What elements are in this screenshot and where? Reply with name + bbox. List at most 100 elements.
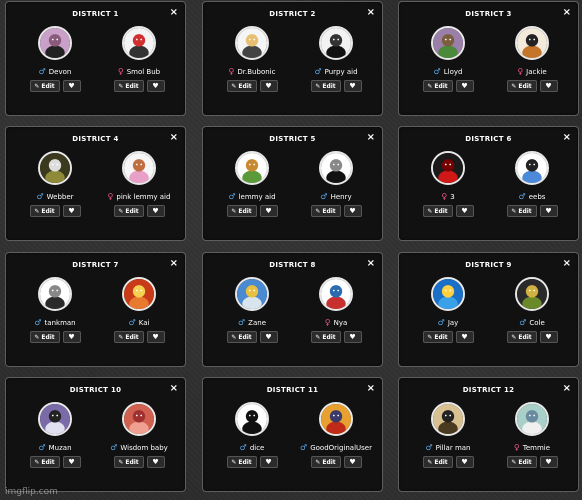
close-icon[interactable]: × xyxy=(563,384,571,394)
heart-button[interactable]: ♥ xyxy=(539,331,558,343)
anime-girl-icon[interactable] xyxy=(235,26,269,60)
heart-button[interactable]: ♥ xyxy=(259,205,278,217)
edit-button[interactable]: ✎ Edit xyxy=(226,80,257,92)
tribute-name: GoodOriginalUser xyxy=(310,444,372,452)
temmie-icon[interactable] xyxy=(515,402,549,436)
edit-button[interactable]: ✎ Edit xyxy=(29,331,60,343)
edit-button[interactable]: ✎ Edit xyxy=(310,205,341,217)
edit-button[interactable]: ✎ Edit xyxy=(310,80,341,92)
heart-button[interactable]: ♥ xyxy=(146,331,165,343)
heart-button[interactable]: ♥ xyxy=(455,205,474,217)
stickman-icon[interactable] xyxy=(319,151,353,185)
edit-button[interactable]: ✎ Edit xyxy=(310,331,341,343)
heart-button[interactable]: ♥ xyxy=(343,456,362,468)
black-ninja-icon[interactable] xyxy=(515,277,549,311)
edit-button[interactable]: ✎ Edit xyxy=(29,80,60,92)
edit-label: Edit xyxy=(518,207,532,215)
heart-button[interactable]: ♥ xyxy=(62,80,81,92)
white-ninja-icon[interactable] xyxy=(235,277,269,311)
pencil-icon: ✎ xyxy=(231,207,237,215)
red-door-icon[interactable] xyxy=(431,151,465,185)
edit-button[interactable]: ✎ Edit xyxy=(226,205,257,217)
black-figure-icon[interactable] xyxy=(319,26,353,60)
heart-button[interactable]: ♥ xyxy=(146,205,165,217)
edit-button[interactable]: ✎ Edit xyxy=(422,205,453,217)
green-ninja-icon[interactable] xyxy=(431,26,465,60)
pencil-icon: ✎ xyxy=(315,82,321,90)
heart-button[interactable]: ♥ xyxy=(539,456,558,468)
edit-button[interactable]: ✎ Edit xyxy=(113,80,144,92)
pencil-icon: ✎ xyxy=(118,458,124,466)
heart-button[interactable]: ♥ xyxy=(539,205,558,217)
heart-icon: ♥ xyxy=(265,333,272,341)
tribute-name-row: ♀ Dr.Bubonic xyxy=(217,68,287,77)
heart-button[interactable]: ♥ xyxy=(259,456,278,468)
dark-portrait-icon[interactable] xyxy=(38,402,72,436)
edit-button[interactable]: ✎ Edit xyxy=(422,331,453,343)
pillar-man-icon[interactable] xyxy=(431,402,465,436)
baby-face-icon[interactable] xyxy=(122,402,156,436)
edit-button[interactable]: ✎ Edit xyxy=(422,456,453,468)
blue-robot-icon[interactable] xyxy=(515,151,549,185)
edit-button[interactable]: ✎ Edit xyxy=(310,456,341,468)
edit-button[interactable]: ✎ Edit xyxy=(506,205,537,217)
heart-button[interactable]: ♥ xyxy=(343,80,362,92)
tribute-name: lemmy aid xyxy=(238,193,276,201)
edit-button[interactable]: ✎ Edit xyxy=(113,331,144,343)
tribute-slot: ♂ Lloyd ✎ Edit ♥ xyxy=(413,26,483,92)
heart-button[interactable]: ♥ xyxy=(146,456,165,468)
tribute-name-row: ♂ tankman xyxy=(20,319,90,328)
close-icon[interactable]: × xyxy=(367,384,375,394)
edit-button[interactable]: ✎ Edit xyxy=(226,456,257,468)
heart-button[interactable]: ♥ xyxy=(62,456,81,468)
heart-button[interactable]: ♥ xyxy=(343,205,362,217)
tribute-actions: ✎ Edit ♥ xyxy=(217,331,287,343)
edit-button[interactable]: ✎ Edit xyxy=(506,331,537,343)
edit-button[interactable]: ✎ Edit xyxy=(29,205,60,217)
bottle-icon[interactable] xyxy=(235,151,269,185)
shadow-figure-icon[interactable] xyxy=(319,402,353,436)
hat-man-icon[interactable] xyxy=(38,26,72,60)
text-badge-icon[interactable] xyxy=(38,151,72,185)
heart-button[interactable]: ♥ xyxy=(62,205,81,217)
close-icon[interactable]: × xyxy=(367,8,375,18)
close-icon[interactable]: × xyxy=(367,259,375,269)
heart-button[interactable]: ♥ xyxy=(343,331,362,343)
close-icon[interactable]: × xyxy=(170,384,178,394)
fox-icon[interactable] xyxy=(515,26,549,60)
tribute-name-row: ♂ Jay xyxy=(413,319,483,328)
heart-button[interactable]: ♥ xyxy=(259,80,278,92)
close-icon[interactable]: × xyxy=(170,259,178,269)
close-icon[interactable]: × xyxy=(367,133,375,143)
edit-button[interactable]: ✎ Edit xyxy=(422,80,453,92)
close-icon[interactable]: × xyxy=(563,133,571,143)
heart-button[interactable]: ♥ xyxy=(62,331,81,343)
edit-button[interactable]: ✎ Edit xyxy=(113,205,144,217)
heart-button[interactable]: ♥ xyxy=(455,456,474,468)
close-icon[interactable]: × xyxy=(563,259,571,269)
tribute-actions: ✎ Edit ♥ xyxy=(301,456,371,468)
red-ninja-icon[interactable] xyxy=(122,277,156,311)
edit-button[interactable]: ✎ Edit xyxy=(29,456,60,468)
tribute-slot: ♂ Zane ✎ Edit ♥ xyxy=(217,277,287,343)
blue-ninja-icon[interactable] xyxy=(431,277,465,311)
pink-figure-icon[interactable] xyxy=(122,151,156,185)
heart-button[interactable]: ♥ xyxy=(455,80,474,92)
close-icon[interactable]: × xyxy=(563,8,571,18)
close-icon[interactable]: × xyxy=(170,8,178,18)
water-ninja-icon[interactable] xyxy=(319,277,353,311)
edit-button[interactable]: ✎ Edit xyxy=(226,331,257,343)
bubble-icon[interactable] xyxy=(122,26,156,60)
dice-icon[interactable] xyxy=(235,402,269,436)
heart-button[interactable]: ♥ xyxy=(455,331,474,343)
heart-button[interactable]: ♥ xyxy=(259,331,278,343)
heart-icon: ♥ xyxy=(68,333,75,341)
close-icon[interactable]: × xyxy=(170,133,178,143)
heart-button[interactable]: ♥ xyxy=(146,80,165,92)
tribute-name-row: ♂ GoodOriginalUser xyxy=(300,444,372,453)
heart-button[interactable]: ♥ xyxy=(539,80,558,92)
tank-icon[interactable] xyxy=(38,277,72,311)
edit-button[interactable]: ✎ Edit xyxy=(506,456,537,468)
edit-button[interactable]: ✎ Edit xyxy=(113,456,144,468)
edit-button[interactable]: ✎ Edit xyxy=(506,80,537,92)
